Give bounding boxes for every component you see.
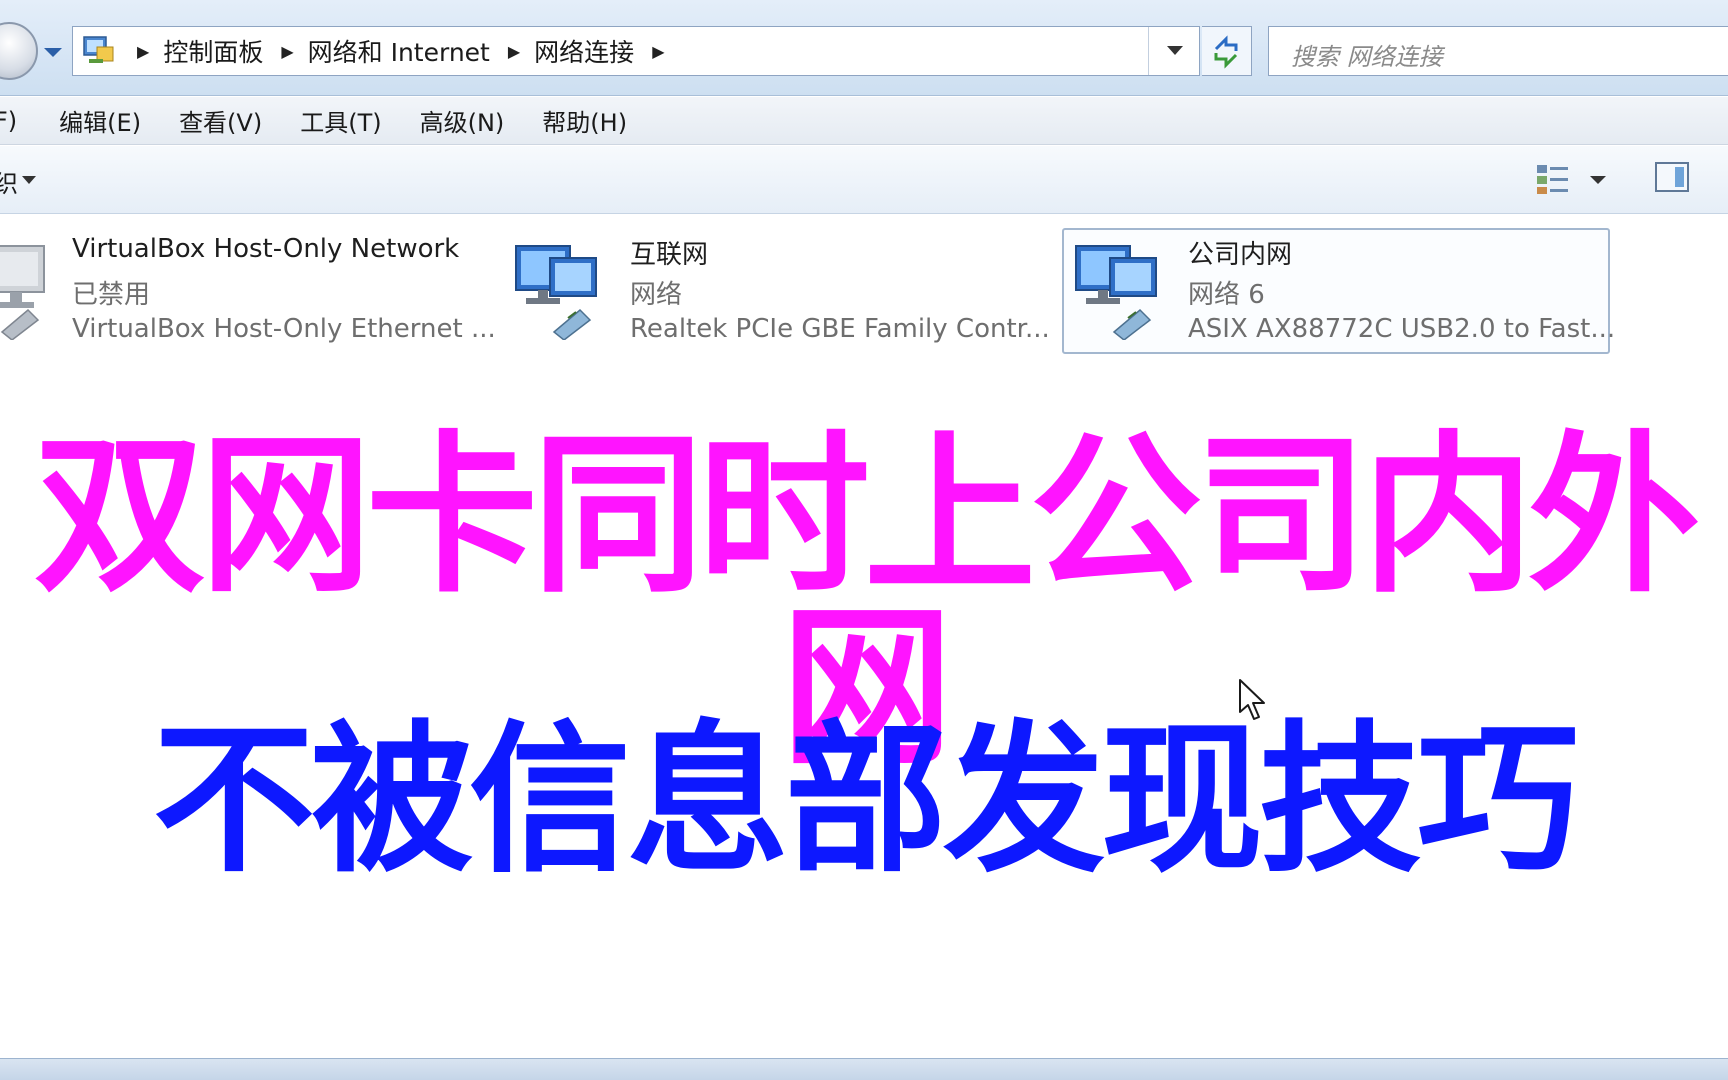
breadcrumb-arrow-icon[interactable]: ▶ xyxy=(137,42,149,61)
view-options-dropdown-icon[interactable] xyxy=(1590,176,1606,184)
search-input[interactable]: 搜索 网络连接 xyxy=(1268,26,1728,76)
menu-edit[interactable]: 编辑(E) xyxy=(59,103,141,138)
control-panel-icon xyxy=(83,36,114,63)
organize-dropdown-icon[interactable] xyxy=(22,176,36,184)
back-button[interactable] xyxy=(0,22,38,80)
connection-status: 网络 xyxy=(630,280,683,310)
address-row: ▶ 控制面板 ▶ 网络和 Internet ▶ 网络连接 ▶ 搜索 网络连接 xyxy=(0,0,1728,96)
breadcrumb-arrow-icon[interactable]: ▶ xyxy=(508,42,520,61)
connection-device: VirtualBox Host-Only Ethernet ... xyxy=(72,314,496,344)
connection-name: VirtualBox Host-Only Network xyxy=(72,234,460,264)
breadcrumb-arrow-icon[interactable]: ▶ xyxy=(652,42,664,61)
connection-device: ASIX AX88772C USB2.0 to Fast... xyxy=(1188,314,1616,344)
command-toolbar: 织 xyxy=(0,146,1728,214)
refresh-icon xyxy=(1214,35,1238,69)
menu-advanced[interactable]: 高级(N) xyxy=(420,103,505,138)
recent-pages-dropdown-icon[interactable] xyxy=(44,48,62,57)
refresh-button[interactable] xyxy=(1202,26,1252,76)
address-divider xyxy=(1148,27,1149,75)
status-bar xyxy=(0,1058,1728,1080)
connection-tile-virtualbox[interactable]: VirtualBox Host-Only Network 已禁用 Virtual… xyxy=(0,230,496,356)
preview-pane-icon[interactable] xyxy=(1655,162,1689,192)
mouse-cursor-icon xyxy=(1239,679,1265,720)
organize-button[interactable]: 织 xyxy=(0,164,18,199)
network-adapter-icon xyxy=(515,245,597,340)
connection-tile-intranet[interactable]: 公司内网 网络 6 ASIX AX88772C USB2.0 to Fast..… xyxy=(1062,228,1615,354)
address-bar[interactable]: ▶ 控制面板 ▶ 网络和 Internet ▶ 网络连接 ▶ xyxy=(72,26,1200,76)
connection-status: 网络 6 xyxy=(1188,280,1265,310)
connection-name: 互联网 xyxy=(630,240,709,270)
address-history-dropdown-icon[interactable] xyxy=(1167,46,1183,55)
breadcrumb: ▶ 控制面板 ▶ 网络和 Internet ▶ 网络连接 ▶ xyxy=(129,27,679,75)
change-view-icon[interactable] xyxy=(1535,162,1571,196)
connection-device: Realtek PCIe GBE Family Contr... xyxy=(630,314,1050,344)
connection-status: 已禁用 xyxy=(72,280,151,310)
breadcrumb-arrow-icon[interactable]: ▶ xyxy=(281,42,293,61)
network-adapter-icon xyxy=(1075,245,1157,340)
caption-title-line2: 不被信息部发现技巧 xyxy=(153,707,1579,895)
breadcrumb-network-internet[interactable]: 网络和 Internet xyxy=(308,33,490,69)
menu-bar: F) 编辑(E) 查看(V) 工具(T) 高级(N) 帮助(H) xyxy=(0,97,1728,145)
network-adapter-disabled-icon xyxy=(0,245,45,340)
menu-help[interactable]: 帮助(H) xyxy=(542,103,627,138)
connection-name: 公司内网 xyxy=(1188,240,1293,270)
search-placeholder: 搜索 网络连接 xyxy=(1291,43,1443,71)
menu-file[interactable]: F) xyxy=(0,107,17,135)
menu-tools[interactable]: 工具(T) xyxy=(300,103,381,138)
breadcrumb-network-connections[interactable]: 网络连接 xyxy=(534,33,634,69)
menu-view[interactable]: 查看(V) xyxy=(179,103,262,138)
breadcrumb-control-panel[interactable]: 控制面板 xyxy=(163,33,263,69)
connection-tile-internet[interactable]: 互联网 网络 Realtek PCIe GBE Family Contr... xyxy=(510,230,1050,356)
